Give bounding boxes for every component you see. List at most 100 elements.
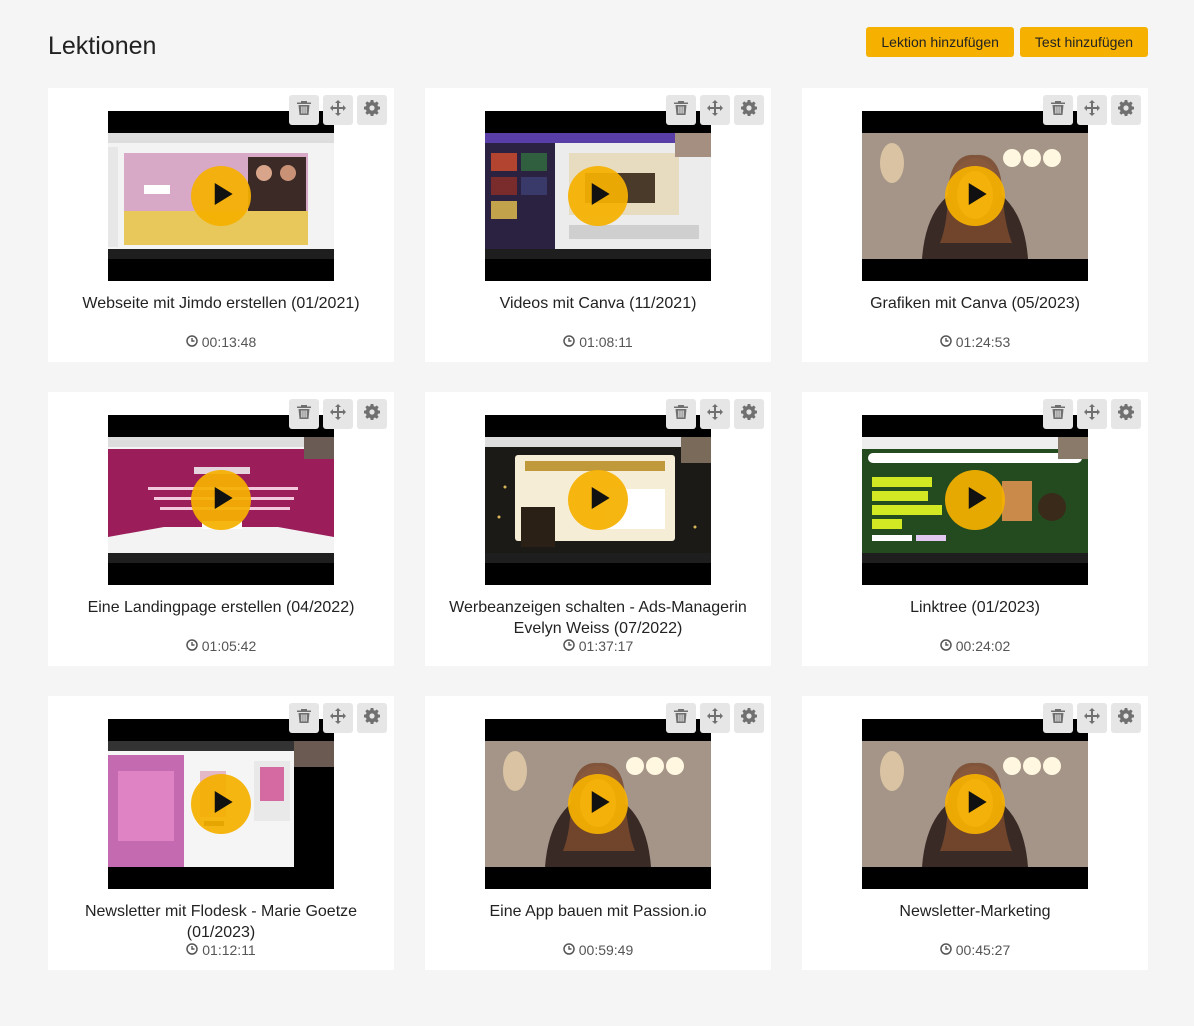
lesson-toolbar xyxy=(1043,95,1141,125)
move-lesson-handle[interactable] xyxy=(1077,703,1107,733)
trash-icon xyxy=(296,100,312,121)
lesson-settings-button[interactable] xyxy=(734,399,764,429)
video-thumbnail[interactable] xyxy=(862,415,1088,585)
gear-icon xyxy=(741,403,757,425)
play-button[interactable] xyxy=(191,774,251,834)
move-arrows-icon xyxy=(330,403,346,425)
delete-lesson-button[interactable] xyxy=(1043,703,1073,733)
delete-lesson-button[interactable] xyxy=(289,95,319,125)
lesson-card: Grafiken mit Canva (05/2023) 01:24:53 xyxy=(802,88,1148,362)
lesson-card: Eine Landingpage erstellen (04/2022) 01:0… xyxy=(48,392,394,666)
lesson-title[interactable]: Webseite mit Jimdo erstellen (01/2021) xyxy=(64,293,378,314)
trash-icon xyxy=(673,100,689,121)
play-button[interactable] xyxy=(945,774,1005,834)
move-lesson-handle[interactable] xyxy=(700,703,730,733)
trash-icon xyxy=(1050,100,1066,121)
lesson-duration: 01:05:42 xyxy=(48,638,394,654)
delete-lesson-button[interactable] xyxy=(666,703,696,733)
delete-lesson-button[interactable] xyxy=(666,95,696,125)
lesson-settings-button[interactable] xyxy=(1111,399,1141,429)
clock-icon xyxy=(186,334,198,350)
delete-lesson-button[interactable] xyxy=(289,703,319,733)
video-thumbnail[interactable] xyxy=(485,415,711,585)
lesson-title[interactable]: Newsletter mit Flodesk - Marie Goetze (0… xyxy=(64,901,378,943)
move-lesson-handle[interactable] xyxy=(1077,95,1107,125)
lesson-title[interactable]: Eine Landingpage erstellen (04/2022) xyxy=(64,597,378,618)
page-header: Lektionen Lektion hinzufügen Test hinzuf… xyxy=(48,26,1148,66)
lesson-title[interactable]: Eine App bauen mit Passion.io xyxy=(441,901,755,922)
move-arrows-icon xyxy=(1084,99,1100,121)
move-lesson-handle[interactable] xyxy=(700,399,730,429)
lesson-toolbar xyxy=(666,95,764,125)
add-test-button[interactable]: Test hinzufügen xyxy=(1019,27,1148,57)
video-thumbnail[interactable] xyxy=(108,415,334,585)
lesson-settings-button[interactable] xyxy=(1111,95,1141,125)
clock-icon xyxy=(563,942,575,958)
duration-text: 01:37:17 xyxy=(578,638,634,654)
clock-icon xyxy=(940,334,952,350)
video-thumbnail[interactable] xyxy=(485,111,711,281)
video-thumbnail[interactable] xyxy=(108,111,334,281)
lesson-title[interactable]: Linktree (01/2023) xyxy=(818,597,1132,618)
move-lesson-handle[interactable] xyxy=(700,95,730,125)
lesson-title[interactable]: Videos mit Canva (11/2021) xyxy=(441,293,755,314)
video-thumbnail[interactable] xyxy=(485,719,711,889)
play-button[interactable] xyxy=(191,470,251,530)
video-thumbnail[interactable] xyxy=(108,719,334,889)
clock-icon xyxy=(940,942,952,958)
move-lesson-handle[interactable] xyxy=(323,399,353,429)
gear-icon xyxy=(364,707,380,729)
play-icon xyxy=(585,790,611,818)
move-lesson-handle[interactable] xyxy=(1077,399,1107,429)
lesson-title[interactable]: Grafiken mit Canva (05/2023) xyxy=(818,293,1132,314)
lesson-card: Newsletter mit Flodesk - Marie Goetze (0… xyxy=(48,696,394,970)
move-arrows-icon xyxy=(1084,707,1100,729)
clock-icon xyxy=(186,638,198,654)
lesson-duration: 01:24:53 xyxy=(802,334,1148,350)
play-button[interactable] xyxy=(568,470,628,530)
play-icon xyxy=(962,486,988,514)
play-button[interactable] xyxy=(945,166,1005,226)
play-button[interactable] xyxy=(568,774,628,834)
video-thumbnail[interactable] xyxy=(862,111,1088,281)
lesson-duration: 00:13:48 xyxy=(48,334,394,350)
move-arrows-icon xyxy=(707,99,723,121)
delete-lesson-button[interactable] xyxy=(289,399,319,429)
delete-lesson-button[interactable] xyxy=(666,399,696,429)
play-button[interactable] xyxy=(568,166,628,226)
play-icon xyxy=(208,182,234,210)
move-arrows-icon xyxy=(707,403,723,425)
lesson-settings-button[interactable] xyxy=(357,703,387,733)
lesson-settings-button[interactable] xyxy=(1111,703,1141,733)
clock-icon xyxy=(563,638,575,654)
move-lesson-handle[interactable] xyxy=(323,95,353,125)
duration-text: 01:24:53 xyxy=(955,334,1011,350)
play-button[interactable] xyxy=(945,470,1005,530)
lesson-settings-button[interactable] xyxy=(357,95,387,125)
lesson-title[interactable]: Werbeanzeigen schalten - Ads-Managerin E… xyxy=(441,597,755,639)
lesson-duration: 01:12:11 xyxy=(48,942,394,958)
gear-icon xyxy=(1118,403,1134,425)
play-icon xyxy=(585,182,611,210)
delete-lesson-button[interactable] xyxy=(1043,95,1073,125)
video-thumbnail[interactable] xyxy=(862,719,1088,889)
lesson-settings-button[interactable] xyxy=(357,399,387,429)
move-lesson-handle[interactable] xyxy=(323,703,353,733)
trash-icon xyxy=(673,404,689,425)
lesson-card: Webseite mit Jimdo erstellen (01/2021) 00… xyxy=(48,88,394,362)
lesson-settings-button[interactable] xyxy=(734,95,764,125)
delete-lesson-button[interactable] xyxy=(1043,399,1073,429)
lesson-toolbar xyxy=(289,703,387,733)
lesson-toolbar xyxy=(289,95,387,125)
lesson-title[interactable]: Newsletter-Marketing xyxy=(818,901,1132,922)
move-arrows-icon xyxy=(1084,403,1100,425)
lesson-duration: 01:37:17 xyxy=(425,638,771,654)
play-button[interactable] xyxy=(191,166,251,226)
move-arrows-icon xyxy=(330,99,346,121)
trash-icon xyxy=(296,404,312,425)
lesson-card: Linktree (01/2023) 00:24:02 xyxy=(802,392,1148,666)
lesson-settings-button[interactable] xyxy=(734,703,764,733)
play-icon xyxy=(585,486,611,514)
gear-icon xyxy=(741,707,757,729)
add-lesson-button[interactable]: Lektion hinzufügen xyxy=(866,27,1014,57)
